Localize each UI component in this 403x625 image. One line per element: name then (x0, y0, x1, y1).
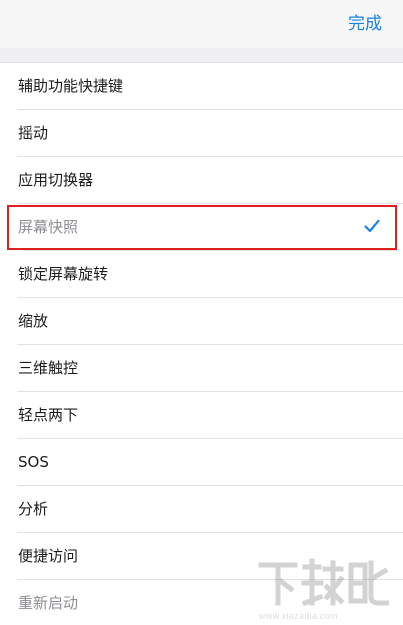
list-item-label: 轻点两下 (18, 406, 79, 424)
watermark-logo: www.xiazaiba.com (257, 557, 390, 621)
list-item-label: 摇动 (18, 124, 49, 142)
list-item-shake[interactable]: 摇动 (0, 110, 403, 157)
navigation-bar: 完成 (0, 0, 403, 48)
shortcut-settings-screen: 完成 辅助功能快捷键 摇动 应用切换器 屏幕快照 锁定屏幕旋转 缩放 三维触控 (0, 0, 403, 625)
done-button[interactable]: 完成 (348, 13, 382, 35)
watermark-url: www.xiazaiba.com (259, 611, 338, 621)
list-item-label: 便捷访问 (18, 547, 79, 565)
list-item-label: 辅助功能快捷键 (18, 77, 124, 95)
list-item-screenshot[interactable]: 屏幕快照 (6, 204, 398, 251)
list-item-lock-rotation[interactable]: 锁定屏幕旋转 (0, 251, 403, 298)
list-item-sos[interactable]: SOS (0, 439, 403, 486)
list-item-label: 锁定屏幕旋转 (18, 265, 109, 283)
list-item-app-switcher[interactable]: 应用切换器 (0, 157, 403, 204)
shortcut-options-list: 辅助功能快捷键 摇动 应用切换器 屏幕快照 锁定屏幕旋转 缩放 三维触控 轻点两… (0, 62, 403, 625)
watermark-glyphs-icon (258, 558, 390, 607)
list-item-label: 三维触控 (18, 359, 79, 377)
list-item-label: 屏幕快照 (18, 218, 79, 236)
list-item-label: 重新启动 (18, 594, 79, 612)
list-item-label: 分析 (18, 500, 49, 518)
list-item-zoom[interactable]: 缩放 (0, 298, 403, 345)
checkmark-icon (364, 219, 380, 233)
list-item-accessibility-shortcut[interactable]: 辅助功能快捷键 (0, 63, 403, 110)
list-item-label: SOS (18, 453, 49, 471)
section-gap (0, 48, 403, 62)
list-item-label: 应用切换器 (18, 171, 94, 189)
list-item-label: 缩放 (18, 312, 49, 330)
list-item-3d-touch[interactable]: 三维触控 (0, 345, 403, 392)
list-item-double-tap[interactable]: 轻点两下 (0, 392, 403, 439)
list-item-analytics[interactable]: 分析 (0, 486, 403, 533)
